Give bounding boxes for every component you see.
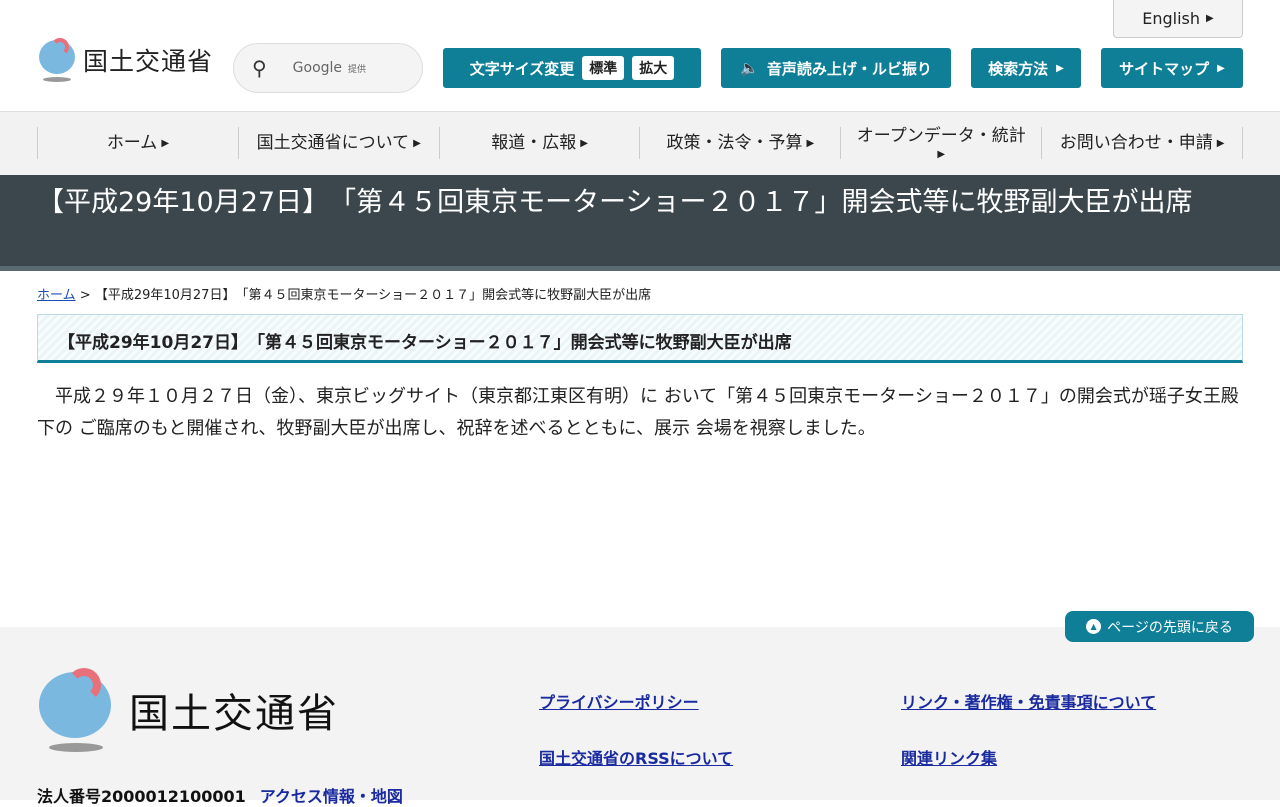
font-size-large-button[interactable]: 拡大 [632, 56, 675, 80]
article-body: 平成２９年１０月２７日（金）、東京ビッグサイト（東京都江東区有明）に おいて「第… [37, 386, 1239, 439]
related-links-link[interactable]: 関連リンク集 [901, 745, 997, 769]
footer-logo-text: 国土交通省 [129, 691, 339, 737]
speech-label: 音声読み上げ・ルビ振り [766, 59, 932, 78]
corporate-number: 法人番号2000012100001 [37, 787, 246, 806]
mlit-logo-icon [37, 668, 113, 752]
sitemap-label: サイトマップ [1119, 59, 1210, 78]
english-label: English [1142, 9, 1201, 28]
font-size-label: 文字サイズ変更 [469, 59, 575, 78]
privacy-policy-link[interactable]: プライバシーポリシー [539, 689, 699, 713]
breadcrumb-current: 【平成29年10月27日】 「第４５回東京モーターショー２０１７」開会式等に牧野… [94, 288, 652, 303]
search-method-label: 検索方法 [988, 59, 1049, 78]
logo-text: 国土交通省 [83, 47, 214, 76]
search-provided: 提供 [348, 65, 367, 75]
nav-label: 政策・法令・予算 [666, 132, 803, 153]
back-to-top-label: ページの先頭に戻る [1107, 619, 1233, 636]
triangle-right-icon: ▶ [1216, 137, 1225, 149]
breadcrumb: ホーム > 【平成29年10月27日】 「第４５回東京モーターショー２０１７」開… [37, 284, 651, 303]
search-input[interactable]: ⚲ Google 提供 [233, 43, 423, 93]
search-icon: ⚲ [252, 56, 267, 80]
nav-contact[interactable]: お問い合わせ・申請 ▶ [1042, 127, 1243, 159]
triangle-right-icon: ▶ [1056, 62, 1064, 74]
breadcrumb-home-link[interactable]: ホーム [37, 288, 76, 303]
access-map-link[interactable]: アクセス情報・地図 [260, 787, 403, 806]
speaker-icon: 🔈 [740, 59, 759, 77]
triangle-right-icon: ▶ [580, 137, 588, 149]
speech-button[interactable]: 🔈 音声読み上げ・ルビ振り [721, 48, 951, 88]
triangle-right-icon: ▶ [937, 148, 946, 160]
search-placeholder: Google [292, 60, 343, 76]
copyright-link[interactable]: リンク・著作権・免責事項について [901, 689, 1156, 713]
rss-link[interactable]: 国土交通省のRSSについて [539, 745, 733, 769]
site-logo[interactable]: 国土交通省 [37, 38, 213, 82]
search-method-button[interactable]: 検索方法 ▶ [971, 48, 1081, 88]
nav-policy[interactable]: 政策・法令・予算 ▶ [640, 127, 842, 159]
english-button[interactable]: English ▶ [1113, 0, 1243, 38]
triangle-right-icon: ▶ [806, 137, 815, 149]
global-nav: ホーム ▶ 国土交通省について ▶ 報道・広報 ▶ 政策・法令・予算 ▶ オープンデータ… [0, 111, 1280, 175]
arrow-up-icon: ▲ [1086, 619, 1102, 634]
mlit-logo-icon [37, 38, 77, 82]
nav-home[interactable]: ホーム ▶ [38, 127, 239, 159]
corporate-info: 法人番号2000012100001 アクセス情報・地図 [37, 783, 403, 807]
nav-label: お問い合わせ・申請 [1059, 132, 1213, 153]
nav-label: ホーム [106, 132, 158, 153]
footer-logo[interactable]: 国土交通省 [37, 668, 339, 752]
nav-label: 国土交通省について [256, 132, 410, 153]
font-size-control: 文字サイズ変更 標準 拡大 [443, 48, 701, 88]
breadcrumb-separator: > [79, 288, 91, 303]
back-to-top-button[interactable]: ▲ ページの先頭に戻る [1065, 611, 1254, 642]
nav-open-data[interactable]: オープンデータ・統計 ▶ [841, 126, 1043, 160]
nav-about[interactable]: 国土交通省について ▶ [239, 127, 440, 159]
page-title: 【平成29年10月27日】 「第４５回東京モーターショー２０１７」開会式等に牧野… [0, 175, 1280, 271]
nav-press[interactable]: 報道・広報 ▶ [440, 127, 641, 159]
sitemap-button[interactable]: サイトマップ ▶ [1101, 48, 1243, 88]
nav-label: 報道・広報 [491, 132, 577, 153]
article-heading: 【平成29年10月27日】 「第４５回東京モーターショー２０１７」開会式等に牧野… [37, 314, 1243, 363]
triangle-right-icon: ▶ [1206, 13, 1214, 24]
triangle-right-icon: ▶ [413, 137, 421, 149]
nav-label: オープンデータ・統計 [856, 126, 1026, 147]
triangle-right-icon: ▶ [161, 137, 170, 149]
triangle-right-icon: ▶ [1217, 62, 1225, 74]
font-size-standard-button[interactable]: 標準 [582, 56, 625, 80]
